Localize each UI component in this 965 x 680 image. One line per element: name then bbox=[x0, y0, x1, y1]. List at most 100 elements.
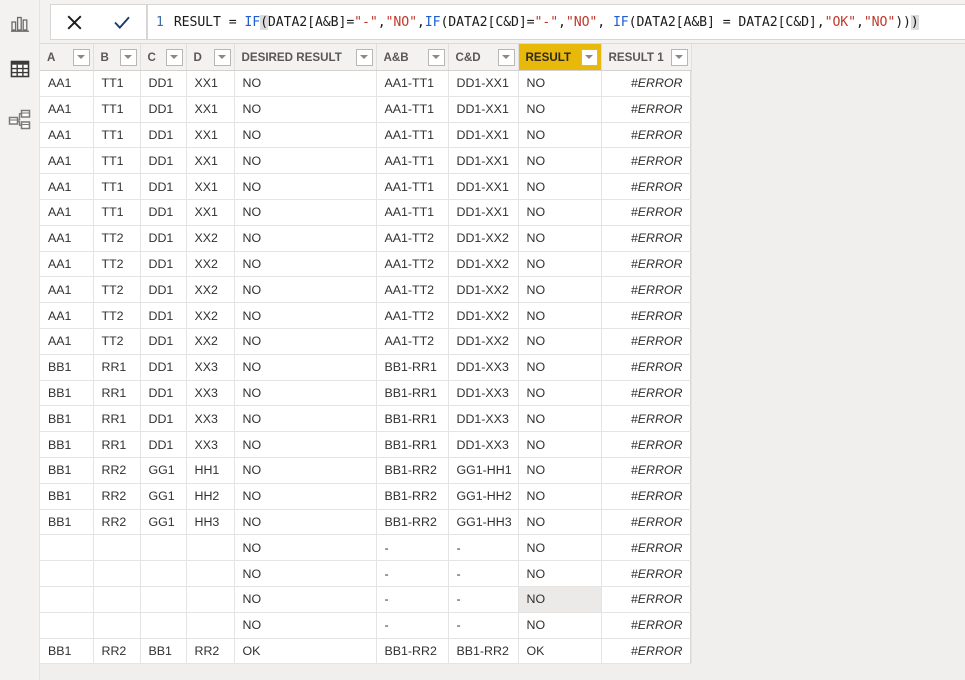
cell-ab[interactable]: AA1-TT1 bbox=[376, 173, 449, 200]
cell-dr[interactable]: NO bbox=[234, 586, 377, 613]
cell-b[interactable] bbox=[93, 534, 141, 562]
cell-b[interactable]: TT1 bbox=[93, 199, 141, 226]
table-row[interactable]: AA1 TT1 DD1 XX1 NO AA1-TT1 DD1-XX1 NO #ERROR bbox=[40, 70, 692, 97]
cell-dr[interactable]: NO bbox=[234, 225, 377, 252]
filter-dropdown-dr[interactable] bbox=[355, 48, 373, 66]
cell-c[interactable]: GG1 bbox=[140, 509, 187, 536]
cell-c[interactable]: DD1 bbox=[140, 70, 187, 97]
cell-a[interactable] bbox=[40, 586, 94, 613]
cell-r1[interactable]: #ERROR bbox=[601, 534, 692, 562]
cell-ab[interactable]: AA1-TT1 bbox=[376, 122, 449, 149]
cell-c[interactable]: DD1 bbox=[140, 276, 187, 304]
table-row[interactable]: BB1 RR1 DD1 XX3 NO BB1-RR1 DD1-XX3 NO #ERROR bbox=[40, 354, 692, 381]
formula-input[interactable]: 1 RESULT = IF(DATA2[A&B]="-","NO",IF(DAT… bbox=[147, 4, 965, 40]
cell-a[interactable]: AA1 bbox=[40, 173, 94, 200]
cell-r1[interactable]: #ERROR bbox=[601, 483, 692, 510]
cell-cd[interactable]: DD1-XX1 bbox=[448, 173, 519, 200]
cell-c[interactable]: GG1 bbox=[140, 483, 187, 510]
cell-a[interactable]: AA1 bbox=[40, 328, 94, 355]
cell-d[interactable]: XX2 bbox=[186, 302, 235, 329]
cell-d[interactable]: RR2 bbox=[186, 638, 235, 665]
filter-dropdown-cd[interactable] bbox=[497, 48, 515, 66]
cell-b[interactable]: TT2 bbox=[93, 251, 141, 278]
column-header-d[interactable]: D bbox=[186, 44, 235, 71]
cell-b[interactable]: RR2 bbox=[93, 509, 141, 536]
cell-dr[interactable]: NO bbox=[234, 405, 377, 433]
cell-dr[interactable]: NO bbox=[234, 122, 377, 149]
cell-a[interactable]: AA1 bbox=[40, 251, 94, 278]
cell-dr[interactable]: NO bbox=[234, 328, 377, 355]
cell-d[interactable]: XX3 bbox=[186, 354, 235, 381]
cell-d[interactable]: XX2 bbox=[186, 276, 235, 304]
cell-b[interactable]: TT2 bbox=[93, 302, 141, 329]
cell-r[interactable]: NO bbox=[518, 147, 602, 175]
cell-a[interactable]: BB1 bbox=[40, 457, 94, 484]
cell-dr[interactable]: NO bbox=[234, 276, 377, 304]
cell-r1[interactable]: #ERROR bbox=[601, 70, 692, 97]
cell-r[interactable]: NO bbox=[518, 199, 602, 226]
cell-c[interactable]: DD1 bbox=[140, 302, 187, 329]
cell-cd[interactable]: DD1-XX2 bbox=[448, 225, 519, 252]
column-header-r1[interactable]: RESULT 1 bbox=[601, 44, 692, 71]
cell-dr[interactable]: NO bbox=[234, 612, 377, 639]
table-row[interactable]: BB1 RR2 GG1 HH1 NO BB1-RR2 GG1-HH1 NO #ERROR bbox=[40, 457, 692, 484]
cell-ab[interactable]: AA1-TT1 bbox=[376, 70, 449, 97]
cell-cd[interactable]: DD1-XX3 bbox=[448, 431, 519, 458]
commit-formula-icon[interactable] bbox=[105, 7, 139, 37]
cell-r1[interactable]: #ERROR bbox=[601, 225, 692, 252]
filter-dropdown-c[interactable] bbox=[165, 48, 183, 66]
cell-r1[interactable]: #ERROR bbox=[601, 354, 692, 381]
cell-d[interactable]: XX3 bbox=[186, 431, 235, 458]
cell-d[interactable] bbox=[186, 612, 235, 639]
table-row[interactable]: NO - - NO #ERROR bbox=[40, 586, 692, 613]
table-row[interactable]: AA1 TT2 DD1 XX2 NO AA1-TT2 DD1-XX2 NO #ERROR bbox=[40, 328, 692, 355]
cancel-formula-icon[interactable] bbox=[58, 7, 92, 37]
sidebar-item-report-view[interactable] bbox=[4, 10, 36, 42]
cell-c[interactable]: DD1 bbox=[140, 380, 187, 407]
cell-ab[interactable]: AA1-TT1 bbox=[376, 199, 449, 226]
cell-r[interactable]: NO bbox=[518, 354, 602, 381]
cell-r[interactable]: NO bbox=[518, 70, 602, 97]
table-row[interactable]: NO - - NO #ERROR bbox=[40, 534, 692, 562]
cell-c[interactable]: DD1 bbox=[140, 147, 187, 175]
cell-r1[interactable]: #ERROR bbox=[601, 586, 692, 613]
cell-c[interactable]: BB1 bbox=[140, 638, 187, 665]
cell-cd[interactable]: DD1-XX2 bbox=[448, 302, 519, 329]
cell-ab[interactable]: BB1-RR2 bbox=[376, 638, 449, 665]
cell-r[interactable]: NO bbox=[518, 96, 602, 123]
cell-c[interactable]: DD1 bbox=[140, 173, 187, 200]
cell-c[interactable]: DD1 bbox=[140, 251, 187, 278]
cell-c[interactable]: DD1 bbox=[140, 354, 187, 381]
cell-d[interactable] bbox=[186, 560, 235, 587]
cell-dr[interactable]: NO bbox=[234, 534, 377, 562]
table-row[interactable]: AA1 TT1 DD1 XX1 NO AA1-TT1 DD1-XX1 NO #ERROR bbox=[40, 96, 692, 123]
table-row[interactable]: AA1 TT2 DD1 XX2 NO AA1-TT2 DD1-XX2 NO #ERROR bbox=[40, 276, 692, 304]
column-header-b[interactable]: B bbox=[93, 44, 141, 71]
cell-c[interactable]: DD1 bbox=[140, 225, 187, 252]
cell-r[interactable]: NO bbox=[518, 302, 602, 329]
cell-r[interactable]: NO bbox=[518, 328, 602, 355]
cell-b[interactable] bbox=[93, 586, 141, 613]
cell-d[interactable]: XX2 bbox=[186, 225, 235, 252]
cell-ab[interactable]: AA1-TT2 bbox=[376, 302, 449, 329]
cell-cd[interactable]: DD1-XX1 bbox=[448, 96, 519, 123]
cell-cd[interactable]: DD1-XX1 bbox=[448, 199, 519, 226]
cell-cd[interactable]: GG1-HH3 bbox=[448, 509, 519, 536]
cell-ab[interactable]: - bbox=[376, 586, 449, 613]
cell-r1[interactable]: #ERROR bbox=[601, 302, 692, 329]
cell-c[interactable]: DD1 bbox=[140, 431, 187, 458]
cell-c[interactable]: GG1 bbox=[140, 457, 187, 484]
filter-dropdown-d[interactable] bbox=[213, 48, 231, 66]
cell-dr[interactable]: NO bbox=[234, 457, 377, 484]
cell-c[interactable]: DD1 bbox=[140, 199, 187, 226]
cell-cd[interactable]: DD1-XX2 bbox=[448, 276, 519, 304]
filter-dropdown-r[interactable] bbox=[580, 48, 598, 66]
column-header-a[interactable]: A bbox=[40, 44, 94, 71]
cell-cd[interactable]: BB1-RR2 bbox=[448, 638, 519, 665]
cell-a[interactable]: BB1 bbox=[40, 638, 94, 665]
filter-dropdown-b[interactable] bbox=[119, 48, 137, 66]
cell-r1[interactable]: #ERROR bbox=[601, 328, 692, 355]
cell-ab[interactable]: - bbox=[376, 560, 449, 587]
cell-a[interactable]: BB1 bbox=[40, 405, 94, 433]
cell-a[interactable]: AA1 bbox=[40, 147, 94, 175]
